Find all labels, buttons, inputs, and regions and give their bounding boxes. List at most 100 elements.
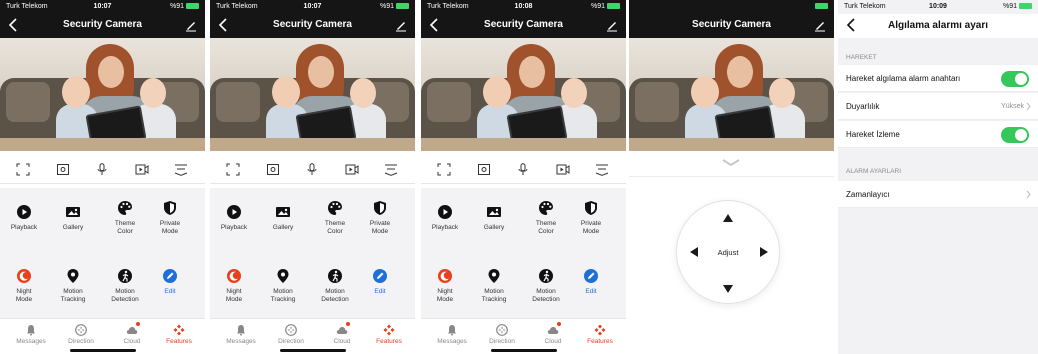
feature-gallery-button[interactable]: Gallery (258, 204, 308, 232)
motion-tracking-row: Hareket İzleme (838, 121, 1038, 148)
microphone-icon[interactable] (95, 163, 109, 176)
palette-icon (117, 200, 133, 216)
bell-icon (25, 323, 37, 336)
feature-moon-button[interactable]: Night Mode (210, 268, 259, 304)
tab-cloud[interactable]: Cloud (528, 322, 578, 345)
feature-play-button[interactable]: Playback (210, 204, 259, 232)
feature-label: Night Mode (15, 288, 33, 303)
feature-location-button[interactable]: Motion Tracking (48, 268, 98, 304)
feature-moon-button[interactable]: Night Mode (421, 268, 470, 304)
tab-label: Cloud (333, 338, 351, 345)
cloud-icon (336, 322, 350, 335)
microphone-icon[interactable] (516, 163, 530, 176)
camera-feed[interactable] (629, 38, 834, 151)
tab-label: Direction (278, 338, 304, 345)
arrow-down-icon[interactable] (723, 285, 733, 293)
feature-label: Private Mode (580, 220, 602, 235)
feature-label: Motion Detection (532, 288, 560, 303)
menu-icon[interactable] (595, 163, 609, 176)
video-toolbar (421, 151, 626, 184)
menu-icon[interactable] (174, 163, 188, 176)
feature-running-button[interactable]: Motion Detection (521, 268, 571, 304)
camera-feed[interactable] (210, 38, 415, 151)
chevron-down-icon[interactable] (721, 159, 741, 167)
feature-shield-button[interactable]: Private Mode (145, 200, 195, 236)
play-icon (16, 204, 32, 220)
header: Security Camera (629, 0, 834, 38)
location-icon (65, 268, 81, 284)
record-icon[interactable] (345, 163, 359, 176)
feature-edit-button[interactable]: Edit (355, 268, 405, 296)
scheduler-row[interactable]: Zamanlayıcı (838, 181, 1038, 208)
feature-label: Playback (10, 224, 38, 231)
features-grid: Playback Gallery Theme Color Private Mode Ni… (421, 188, 626, 318)
record-icon[interactable] (556, 163, 570, 176)
feature-shield-button[interactable]: Private Mode (566, 200, 616, 236)
record-icon[interactable] (135, 163, 149, 176)
edit-icon[interactable] (606, 18, 618, 32)
feature-label: Motion Tracking (481, 288, 507, 303)
feature-running-button[interactable]: Motion Detection (100, 268, 150, 304)
motion-alarm-toggle[interactable] (1001, 71, 1029, 87)
tab-messages[interactable]: Messages (216, 323, 266, 345)
feature-label: Edit (374, 288, 386, 295)
feature-edit-button[interactable]: Edit (145, 268, 195, 296)
feature-palette-button[interactable]: Theme Color (100, 200, 150, 236)
bell-icon (235, 323, 247, 336)
adjust-button[interactable]: Adjust (677, 248, 779, 257)
tab-direction[interactable]: Direction (56, 323, 106, 345)
menu-icon[interactable] (384, 163, 398, 176)
direction-joystick[interactable]: Adjust (676, 200, 780, 304)
features-icon (173, 323, 185, 336)
edit-icon[interactable] (814, 18, 826, 32)
feature-play-button[interactable]: Playback (0, 204, 49, 232)
feature-running-button[interactable]: Motion Detection (310, 268, 360, 304)
feature-moon-button[interactable]: Night Mode (0, 268, 49, 304)
tab-cloud[interactable]: Cloud (107, 322, 157, 345)
feature-label: Night Mode (436, 288, 454, 303)
chevron-right-icon (1026, 190, 1031, 199)
feature-play-button[interactable]: Playback (421, 204, 470, 232)
tab-messages[interactable]: Messages (6, 323, 56, 345)
fullscreen-icon[interactable] (16, 163, 30, 176)
tab-direction[interactable]: Direction (477, 323, 527, 345)
tab-label: Features (376, 338, 402, 345)
screenshot-icon[interactable] (266, 163, 280, 176)
feature-gallery-button[interactable]: Gallery (48, 204, 98, 232)
direction-screen: Security Camera Adjust (629, 0, 834, 354)
feature-palette-button[interactable]: Theme Color (521, 200, 571, 236)
screenshot-icon[interactable] (477, 163, 491, 176)
tab-features[interactable]: Features (154, 323, 204, 345)
tab-label: Cloud (123, 338, 141, 345)
nav-bar: Security Camera (0, 16, 205, 36)
camera-feed[interactable] (421, 38, 626, 151)
motion-tracking-toggle[interactable] (1001, 127, 1029, 143)
feature-gallery-button[interactable]: Gallery (469, 204, 519, 232)
tab-features[interactable]: Features (364, 323, 414, 345)
tab-messages[interactable]: Messages (427, 323, 477, 345)
direction-icon (75, 323, 87, 336)
feature-palette-button[interactable]: Theme Color (310, 200, 360, 236)
feature-location-button[interactable]: Motion Tracking (258, 268, 308, 304)
feature-edit-button[interactable]: Edit (566, 268, 616, 296)
arrow-up-icon[interactable] (723, 214, 733, 222)
fullscreen-icon[interactable] (437, 163, 451, 176)
tab-features[interactable]: Features (575, 323, 625, 345)
feature-label: Theme Color (324, 220, 346, 235)
microphone-icon[interactable] (305, 163, 319, 176)
feature-label: Playback (220, 224, 248, 231)
feature-label: Edit (585, 288, 597, 295)
video-toolbar (210, 151, 415, 184)
camera-feed[interactable] (0, 38, 205, 151)
edit-icon[interactable] (395, 18, 407, 32)
tab-cloud[interactable]: Cloud (317, 322, 367, 345)
edit-icon[interactable] (185, 18, 197, 32)
feature-shield-button[interactable]: Private Mode (355, 200, 405, 236)
screenshot-icon[interactable] (56, 163, 70, 176)
feature-location-button[interactable]: Motion Tracking (469, 268, 519, 304)
sensitivity-row[interactable]: Duyarlılık Yüksek (838, 93, 1038, 120)
shield-icon (583, 200, 599, 216)
section-header-alarm: ALARM AYARLARI (846, 168, 902, 175)
tab-direction[interactable]: Direction (266, 323, 316, 345)
fullscreen-icon[interactable] (226, 163, 240, 176)
